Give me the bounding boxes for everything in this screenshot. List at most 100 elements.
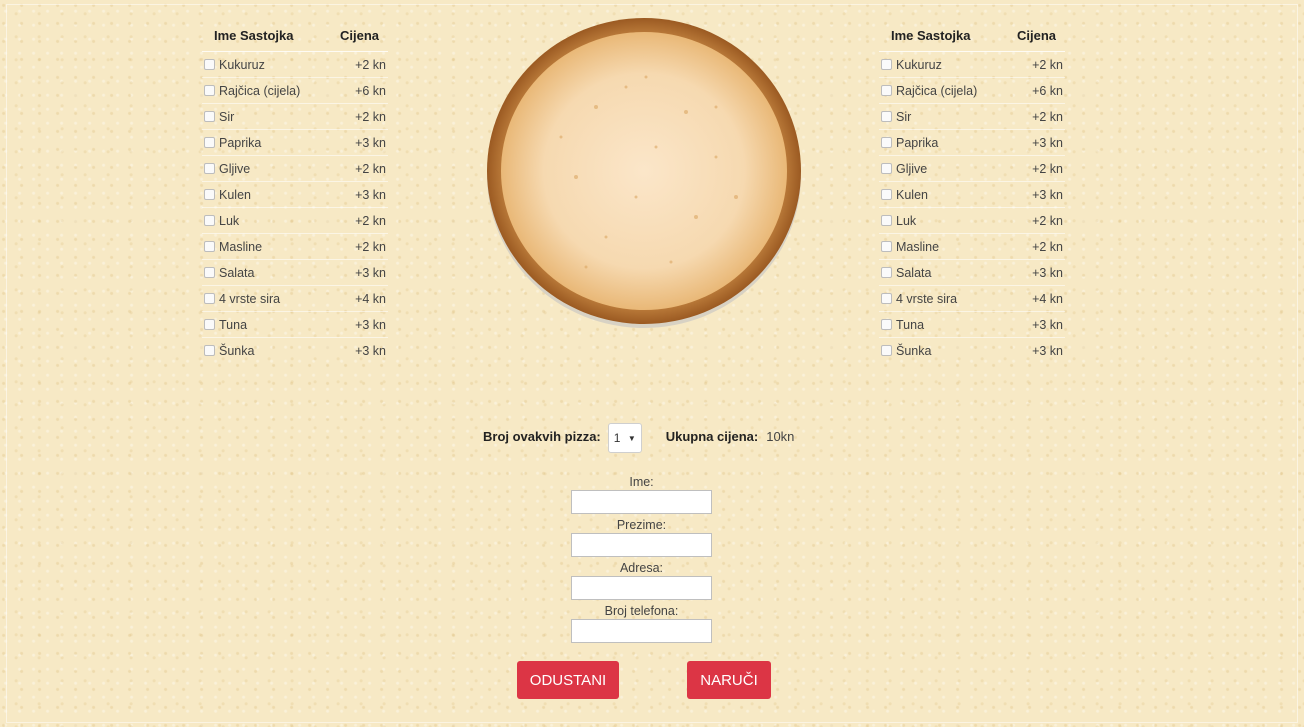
ingredient-row: Paprika +3 kn [202,129,388,156]
first-name-input[interactable] [571,490,712,514]
ingredient-name: Masline [219,239,263,254]
ingredient-price: +3 kn [336,181,388,208]
ingredient-cell: Salata [879,259,1013,286]
total-price-value: 10kn [766,428,795,444]
customer-form: Ime: Prezime: Adresa: Broj telefona: [571,474,712,646]
ingredient-checkbox[interactable] [881,136,892,148]
ingredient-checkbox[interactable] [204,266,215,278]
ingredient-price: +2 kn [336,207,388,234]
ingredient-row: Masline +2 kn [879,233,1065,260]
total-price-label: Ukupna cijena: [665,428,759,444]
quantity-select[interactable]: 1 ▼ [607,423,642,453]
ingredient-price: +6 kn [336,77,388,104]
ingredient-checkbox[interactable] [204,292,215,304]
ingredient-checkbox[interactable] [204,318,215,330]
ingredient-checkbox[interactable] [204,58,215,70]
last-name-label: Prezime: [616,518,667,532]
ingredient-price: +3 kn [336,259,388,286]
last-name-input[interactable] [571,533,712,557]
pizza-image [487,18,801,328]
ingredient-name: Šunka [219,343,255,358]
ingredient-cell: Šunka [879,337,1013,363]
ingredient-name: 4 vrste sira [896,291,958,306]
ingredient-cell: Rajčica (cijela) [202,77,336,104]
first-name-label: Ime: [629,475,654,489]
ingredient-name: Salata [219,265,255,280]
ingredient-row: Luk +2 kn [879,207,1065,234]
order-summary: Broj ovakvih pizza: 1 ▼ Ukupna cijena: 1… [483,420,795,453]
header-price: Cijena [1013,20,1065,52]
ingredient-checkbox[interactable] [881,188,892,200]
ingredient-price: +4 kn [1013,285,1065,312]
ingredient-checkbox[interactable] [204,84,215,96]
ingredients-table-left: Ime Sastojka Cijena Kukuruz +2 kn Rajčica … [202,20,388,363]
ingredient-cell: Kulen [879,181,1013,208]
ingredient-cell: Gljive [202,155,336,182]
ingredient-checkbox[interactable] [881,240,892,252]
address-input[interactable] [571,576,712,600]
ingredient-row: Rajčica (cijela) +6 kn [879,77,1065,104]
ingredient-row: Gljive +2 kn [879,155,1065,182]
ingredient-name: Kulen [219,187,251,202]
ingredient-checkbox[interactable] [204,136,215,148]
ingredient-cell: Kukuruz [879,51,1013,78]
ingredient-row: Sir +2 kn [202,103,388,130]
ingredient-row: Šunka +3 kn [202,337,388,363]
ingredient-checkbox[interactable] [204,240,215,252]
ingredient-price: +2 kn [1013,233,1065,260]
ingredient-checkbox[interactable] [204,188,215,200]
ingredient-checkbox[interactable] [204,214,215,226]
ingredient-row: Gljive +2 kn [202,155,388,182]
ingredient-checkbox[interactable] [881,318,892,330]
ingredient-row: 4 vrste sira +4 kn [202,285,388,312]
ingredient-checkbox[interactable] [881,58,892,70]
ingredient-row: Šunka +3 kn [879,337,1065,363]
phone-input[interactable] [571,619,712,643]
address-label: Adresa: [619,561,664,575]
ingredient-cell: Paprika [879,129,1013,156]
header-price: Cijena [336,20,388,52]
ingredient-row: Paprika +3 kn [879,129,1065,156]
ingredient-name: Gljive [219,161,251,176]
ingredient-checkbox[interactable] [881,214,892,226]
ingredient-cell: 4 vrste sira [879,285,1013,312]
ingredient-price: +3 kn [336,311,388,338]
ingredient-cell: Kulen [202,181,336,208]
ingredient-name: Kukuruz [219,57,265,72]
ingredient-price: +3 kn [1013,129,1065,156]
ingredient-checkbox[interactable] [881,84,892,96]
phone-label: Broj telefona: [604,604,679,618]
ingredient-price: +2 kn [1013,51,1065,78]
cancel-button[interactable]: ODUSTANI [517,661,619,699]
ingredient-row: Tuna +3 kn [202,311,388,338]
ingredient-row: 4 vrste sira +4 kn [879,285,1065,312]
ingredient-name: Sir [896,109,912,124]
ingredient-name: Masline [896,239,940,254]
ingredient-checkbox[interactable] [881,162,892,174]
ingredient-price: +3 kn [336,129,388,156]
ingredient-row: Tuna +3 kn [879,311,1065,338]
ingredient-row: Salata +3 kn [202,259,388,286]
ingredient-cell: Kukuruz [202,51,336,78]
ingredient-price: +2 kn [336,103,388,130]
ingredient-checkbox[interactable] [881,292,892,304]
ingredient-name: Šunka [896,343,932,358]
ingredient-checkbox[interactable] [881,110,892,122]
ingredient-price: +2 kn [1013,103,1065,130]
ingredient-name: Rajčica (cijela) [219,83,301,98]
ingredient-checkbox[interactable] [204,110,215,122]
ingredient-row: Rajčica (cijela) +6 kn [202,77,388,104]
ingredient-checkbox[interactable] [204,162,215,174]
ingredient-cell: Gljive [879,155,1013,182]
ingredient-checkbox[interactable] [881,266,892,278]
ingredient-name: Luk [896,213,917,228]
ingredient-cell: Rajčica (cijela) [879,77,1013,104]
ingredient-checkbox[interactable] [881,344,892,356]
ingredients-table-right: Ime Sastojka Cijena Kukuruz +2 kn Rajčica … [879,20,1065,363]
order-button[interactable]: NARUČI [687,661,771,699]
ingredient-price: +2 kn [1013,207,1065,234]
quantity-label: Broj ovakvih pizza: [483,428,601,444]
ingredient-name: Rajčica (cijela) [896,83,978,98]
quantity-value: 1 [613,431,621,445]
ingredient-checkbox[interactable] [204,344,215,356]
